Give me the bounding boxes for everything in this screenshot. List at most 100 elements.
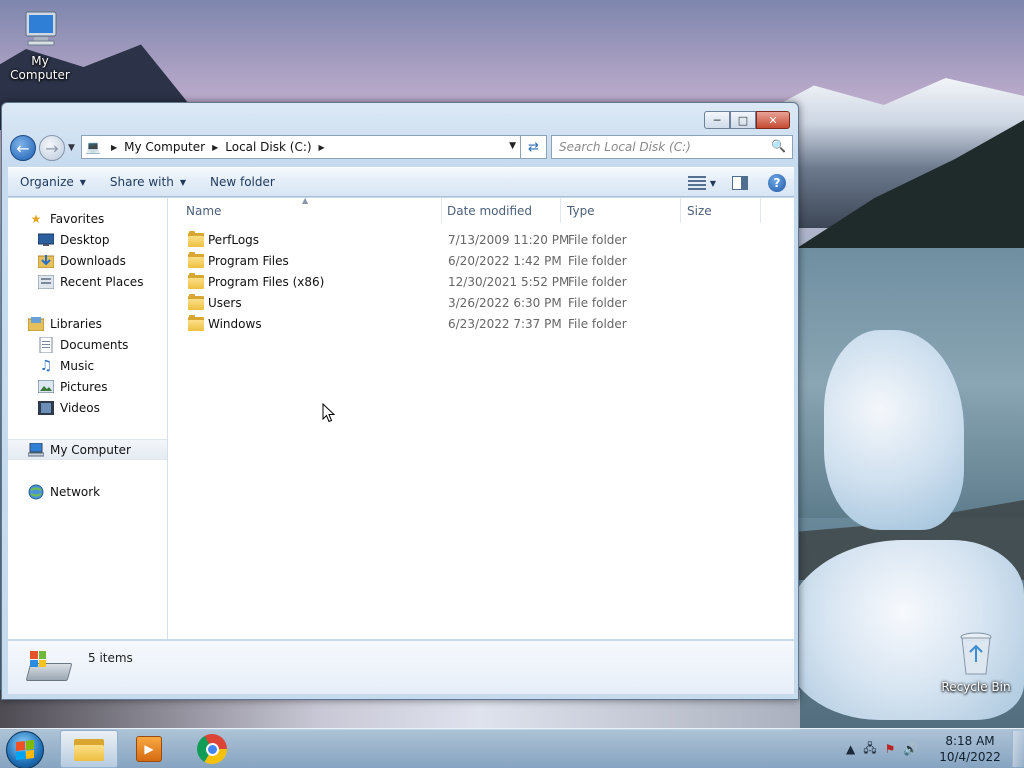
- recent-pages-button[interactable]: ▼: [68, 143, 75, 153]
- nav-libraries[interactable]: Libraries: [8, 313, 167, 334]
- organize-button[interactable]: Organize ▼: [8, 175, 98, 189]
- column-header-size[interactable]: Size: [681, 198, 761, 223]
- file-name: Windows: [208, 317, 262, 331]
- nav-label: Recent Places: [60, 274, 144, 289]
- breadcrumb-local-disk[interactable]: Local Disk (C:): [225, 140, 311, 154]
- nav-documents[interactable]: Documents: [8, 334, 167, 355]
- folder-icon: [188, 252, 204, 268]
- nav-favorites[interactable]: ★ Favorites: [8, 208, 167, 229]
- search-icon[interactable]: 🔍: [771, 139, 786, 153]
- preview-pane-icon[interactable]: [732, 176, 748, 190]
- volume-icon[interactable]: 🔊: [903, 742, 918, 756]
- address-dropdown-icon[interactable]: ▼: [509, 141, 516, 151]
- breadcrumb-separator[interactable]: ▶: [319, 143, 325, 152]
- file-row-windows[interactable]: Windows 6/23/2022 7:37 PM File folder: [180, 314, 780, 335]
- forward-button[interactable]: →: [39, 135, 65, 161]
- file-row-perflogs[interactable]: PerfLogs 7/13/2009 11:20 PM File folder: [180, 230, 780, 251]
- show-desktop-button[interactable]: [1012, 731, 1024, 767]
- computer-icon: [28, 442, 44, 457]
- close-button[interactable]: ✕: [756, 111, 790, 129]
- file-row-users[interactable]: Users 3/26/2022 6:30 PM File folder: [180, 293, 780, 314]
- nav-label: Documents: [60, 337, 129, 352]
- videos-icon: [38, 400, 54, 415]
- arrow-left-icon: ←: [16, 138, 30, 158]
- refresh-button[interactable]: ⇄: [521, 135, 547, 159]
- chevron-down-icon: ▼: [79, 177, 86, 187]
- file-name: Users: [208, 296, 242, 310]
- nav-network[interactable]: Network: [8, 481, 167, 502]
- clock[interactable]: 8:18 AM 10/4/2022: [934, 733, 1006, 765]
- taskbar-windows-explorer[interactable]: [60, 730, 118, 768]
- show-hidden-icons-icon[interactable]: ▲: [846, 742, 855, 756]
- file-name: Program Files: [208, 254, 289, 268]
- folder-icon: [188, 294, 204, 310]
- desktop-icon-my-computer[interactable]: My Computer: [0, 8, 80, 82]
- maximize-button[interactable]: □: [730, 111, 756, 129]
- column-header-name[interactable]: Name: [180, 198, 442, 223]
- nav-music[interactable]: ♫ Music: [8, 355, 167, 376]
- chevron-down-icon: ▼: [68, 143, 75, 153]
- back-button[interactable]: ←: [10, 135, 36, 161]
- nav-label: Favorites: [50, 211, 105, 226]
- details-pane: 5 items: [8, 640, 794, 694]
- close-icon: ✕: [768, 113, 778, 127]
- command-bar: Organize ▼ Share with ▼ New folder ▼ ?: [8, 167, 794, 197]
- minimize-button[interactable]: ─: [704, 111, 730, 129]
- new-folder-button[interactable]: New folder: [198, 175, 287, 189]
- taskbar-windows-media-player[interactable]: ▶: [120, 730, 178, 768]
- column-header-label: Size: [687, 203, 712, 218]
- file-row-program-files[interactable]: Program Files 6/20/2022 1:42 PM File fol…: [180, 251, 780, 272]
- desktop-icon-recycle-bin[interactable]: Recycle Bin: [936, 630, 1016, 694]
- minimize-icon: ─: [713, 113, 721, 127]
- network-status-icon[interactable]: 🖧: [863, 739, 876, 760]
- folder-icon: [188, 273, 204, 289]
- desktop-icon-label: My Computer: [10, 54, 70, 82]
- file-type: File folder: [568, 317, 627, 331]
- pictures-icon: [38, 380, 54, 394]
- computer-icon: [25, 11, 57, 46]
- maximize-icon: □: [737, 113, 749, 127]
- breadcrumb-my-computer[interactable]: My Computer: [124, 140, 205, 154]
- downloads-icon: [38, 254, 54, 268]
- nav-label: Downloads: [60, 253, 126, 268]
- media-player-icon: ▶: [136, 736, 162, 762]
- nav-pictures[interactable]: Pictures: [8, 376, 167, 397]
- address-bar[interactable]: 💻 ▶ My Computer ▶ Local Disk (C:) ▶ ▼: [81, 135, 521, 159]
- new-folder-label: New folder: [209, 175, 275, 189]
- help-icon[interactable]: ?: [768, 174, 786, 192]
- breadcrumb-separator[interactable]: ▶: [212, 143, 218, 152]
- taskbar-google-chrome[interactable]: [183, 730, 241, 768]
- chevron-down-icon[interactable]: ▼: [710, 179, 716, 188]
- nav-label: Desktop: [60, 232, 110, 247]
- desktop-icon-label: Recycle Bin: [941, 680, 1011, 694]
- nav-label: Music: [60, 358, 95, 373]
- system-tray: ▲ 🖧 ⚑ 🔊: [842, 729, 922, 768]
- search-box[interactable]: 🔍: [551, 135, 793, 159]
- nav-videos[interactable]: Videos: [8, 397, 167, 418]
- share-with-button[interactable]: Share with ▼: [98, 175, 198, 189]
- clock-date: 10/4/2022: [939, 750, 1001, 764]
- action-center-icon[interactable]: ⚑: [885, 742, 896, 756]
- mouse-cursor-icon: [322, 403, 336, 423]
- nav-my-computer[interactable]: My Computer: [8, 439, 167, 460]
- nav-desktop[interactable]: Desktop: [8, 229, 167, 250]
- nav-downloads[interactable]: Downloads: [8, 250, 167, 271]
- file-row-program-files-x86[interactable]: Program Files (x86) 12/30/2021 5:52 PM F…: [180, 272, 780, 293]
- folder-icon: [188, 231, 204, 247]
- nav-label: My Computer: [50, 442, 131, 457]
- documents-icon: [38, 336, 54, 353]
- network-icon: [28, 484, 44, 499]
- column-header-date-modified[interactable]: Date modified: [441, 198, 561, 223]
- file-type: File folder: [568, 296, 627, 310]
- breadcrumb-separator[interactable]: ▶: [111, 143, 117, 152]
- navigation-pane: ★ Favorites Desktop Downloads Recent Pla…: [8, 198, 168, 639]
- column-header-type[interactable]: Type: [561, 198, 681, 223]
- taskbar: ▶ ▲ 🖧 ⚑ 🔊 8:18 AM 10/4/2022: [0, 728, 1024, 768]
- change-view-icon[interactable]: [687, 176, 706, 190]
- chrome-icon: [197, 734, 227, 764]
- search-input[interactable]: [552, 136, 762, 158]
- recent-places-icon: [38, 274, 54, 289]
- nav-recent-places[interactable]: Recent Places: [8, 271, 167, 292]
- start-button[interactable]: [6, 731, 44, 768]
- nav-label: Pictures: [60, 379, 108, 394]
